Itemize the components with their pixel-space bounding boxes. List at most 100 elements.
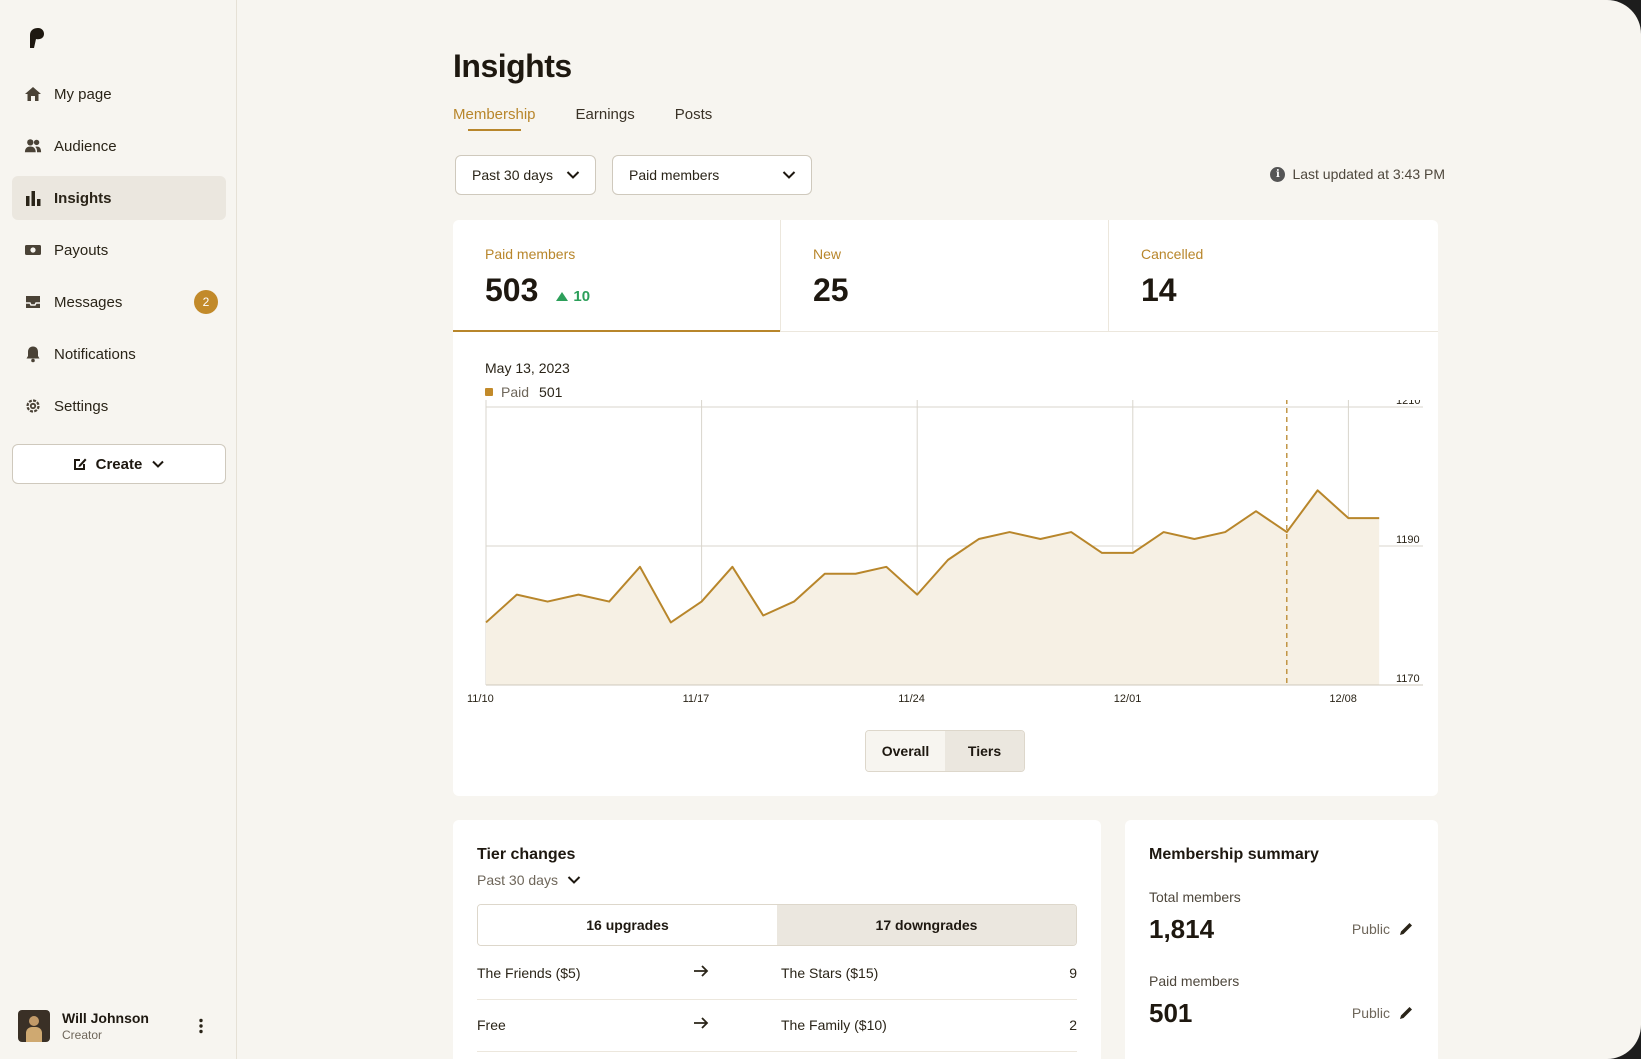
stats-row: Paid members 503 10 New 25 Cancelled 14 bbox=[453, 220, 1438, 332]
legend-series-name: Paid bbox=[501, 384, 530, 400]
sidebar-item-notifications[interactable]: Notifications bbox=[12, 332, 226, 376]
toggle-downgrades[interactable]: 17 downgrades bbox=[777, 905, 1076, 945]
card-title: Membership summary bbox=[1149, 846, 1319, 863]
tier-period-value: Past 30 days bbox=[477, 872, 558, 888]
sidebar-item-label: Messages bbox=[54, 293, 123, 311]
visibility-label: Public bbox=[1351, 921, 1390, 937]
sidebar-item-label: Audience bbox=[54, 137, 117, 155]
last-updated-text: Last updated at 3:43 PM bbox=[1292, 166, 1445, 182]
tier-to: The Family ($10) bbox=[781, 1017, 887, 1033]
y-tick-label: 1210 bbox=[1396, 400, 1420, 407]
visibility-label: Public bbox=[1351, 1005, 1390, 1021]
sidebar-item-insights[interactable]: Insights bbox=[12, 176, 226, 220]
inbox-icon bbox=[24, 293, 42, 311]
stat-value: 14 bbox=[1141, 272, 1177, 308]
stat-label: New bbox=[813, 246, 842, 262]
chart-tooltip-date: May 13, 2023 bbox=[485, 360, 570, 376]
tier-from: Free bbox=[477, 1017, 506, 1033]
x-tick-label: 12/08 bbox=[1329, 693, 1357, 705]
members-area-chart[interactable]: 1210 1190 1170 11/10 11/17 11/24 12/01 12/08 bbox=[453, 400, 1438, 710]
stat-value-row: 25 bbox=[813, 272, 1076, 309]
home-icon bbox=[24, 85, 42, 103]
stat-cancelled[interactable]: Cancelled 14 bbox=[1109, 220, 1437, 331]
segment-dropdown-value: Paid members bbox=[629, 167, 720, 183]
tab-posts[interactable]: Posts bbox=[675, 106, 713, 131]
sidebar: My page Audience Insights Payouts Messag… bbox=[0, 0, 237, 1059]
stat-label: Cancelled bbox=[1141, 246, 1204, 262]
more-options-icon[interactable] bbox=[191, 1016, 211, 1036]
stat-value-row: 503 10 bbox=[485, 272, 748, 309]
sidebar-item-messages[interactable]: Messages 2 bbox=[12, 280, 226, 324]
sidebar-item-label: Notifications bbox=[54, 345, 136, 363]
legend-series-value: 501 bbox=[539, 384, 563, 400]
sidebar-item-settings[interactable]: Settings bbox=[12, 384, 226, 428]
user-name: Will Johnson bbox=[62, 1010, 149, 1026]
last-updated: i Last updated at 3:43 PM bbox=[1270, 166, 1445, 182]
create-button-label: Create bbox=[95, 455, 143, 473]
visibility-toggle[interactable]: Public bbox=[1352, 1005, 1414, 1021]
stat-paid-members[interactable]: Paid members 503 10 bbox=[453, 220, 781, 332]
pencil-icon bbox=[1400, 1007, 1412, 1019]
create-button[interactable]: Create bbox=[12, 444, 226, 484]
period-dropdown[interactable]: Past 30 days bbox=[455, 155, 596, 195]
summary-label: Paid members bbox=[1149, 973, 1240, 989]
sidebar-item-my-page[interactable]: My page bbox=[12, 72, 226, 116]
toggle-upgrades[interactable]: 16 upgrades bbox=[478, 905, 777, 945]
user-profile[interactable]: Will Johnson Creator bbox=[18, 1008, 223, 1044]
x-tick-label: 11/10 bbox=[467, 693, 494, 705]
toggle-overall[interactable]: Overall bbox=[866, 731, 945, 771]
pencil-icon bbox=[1400, 923, 1412, 935]
stat-new[interactable]: New 25 bbox=[781, 220, 1109, 331]
tier-from: The Friends ($5) bbox=[477, 965, 581, 981]
edit-icon bbox=[73, 458, 87, 470]
sidebar-item-label: My page bbox=[54, 85, 112, 103]
y-tick-label: 1190 bbox=[1396, 534, 1420, 546]
membership-summary-card: Membership summary Total members 1,814 P… bbox=[1125, 820, 1438, 1059]
sidebar-item-audience[interactable]: Audience bbox=[12, 124, 226, 168]
chevron-down-icon bbox=[567, 876, 581, 884]
chart-view-toggle: Overall Tiers bbox=[865, 730, 1025, 772]
chevron-down-icon bbox=[152, 460, 165, 468]
stat-value: 503 bbox=[485, 272, 539, 308]
summary-value: 501 bbox=[1149, 998, 1193, 1028]
user-role: Creator bbox=[62, 1028, 103, 1042]
tier-count: 2 bbox=[1069, 1017, 1077, 1033]
upgrade-downgrade-toggle: 16 upgrades 17 downgrades bbox=[477, 904, 1077, 946]
tab-earnings[interactable]: Earnings bbox=[576, 106, 635, 131]
money-icon bbox=[24, 241, 42, 259]
sidebar-item-label: Payouts bbox=[54, 241, 109, 259]
tab-membership[interactable]: Membership bbox=[453, 106, 536, 131]
avatar bbox=[18, 1010, 50, 1042]
table-row: Free The Family ($10) 2 bbox=[477, 1000, 1077, 1052]
stat-delta: 10 bbox=[556, 288, 590, 305]
table-row: The Friends ($5) The Stars ($15) 9 bbox=[477, 948, 1077, 1000]
stat-label: Paid members bbox=[485, 246, 576, 262]
tab-bar: Membership Earnings Posts bbox=[453, 106, 712, 131]
app-window: My page Audience Insights Payouts Messag… bbox=[0, 0, 1641, 1059]
logo-icon[interactable] bbox=[26, 26, 46, 50]
tier-changes-card: Tier changes Past 30 days 16 upgrades 17… bbox=[453, 820, 1101, 1059]
membership-stats-card: Paid members 503 10 New 25 Cancelled 14 … bbox=[453, 220, 1438, 796]
sidebar-item-label: Settings bbox=[54, 397, 109, 415]
tier-period-dropdown[interactable]: Past 30 days bbox=[477, 872, 582, 888]
arrow-right-icon bbox=[693, 963, 709, 982]
tier-count: 9 bbox=[1069, 965, 1077, 981]
chart-legend: Paid 501 bbox=[485, 384, 562, 400]
tier-to: The Stars ($15) bbox=[781, 965, 879, 981]
x-tick-label: 11/17 bbox=[683, 693, 710, 705]
stat-value-row: 14 bbox=[1141, 272, 1405, 309]
sidebar-item-payouts[interactable]: Payouts bbox=[12, 228, 226, 272]
info-icon[interactable]: i bbox=[1270, 166, 1286, 182]
summary-value: 1,814 bbox=[1149, 914, 1215, 944]
user-info: Will Johnson Creator bbox=[62, 1010, 149, 1042]
gear-icon bbox=[24, 397, 42, 415]
arrow-right-icon bbox=[693, 1015, 709, 1034]
visibility-toggle[interactable]: Public bbox=[1352, 921, 1414, 937]
sidebar-item-label: Insights bbox=[54, 189, 112, 207]
bar-chart-icon bbox=[24, 189, 42, 207]
segment-dropdown[interactable]: Paid members bbox=[612, 155, 812, 195]
x-tick-label: 12/01 bbox=[1114, 693, 1142, 705]
y-tick-label: 1170 bbox=[1396, 673, 1420, 685]
toggle-tiers[interactable]: Tiers bbox=[945, 731, 1024, 771]
people-icon bbox=[24, 137, 42, 155]
